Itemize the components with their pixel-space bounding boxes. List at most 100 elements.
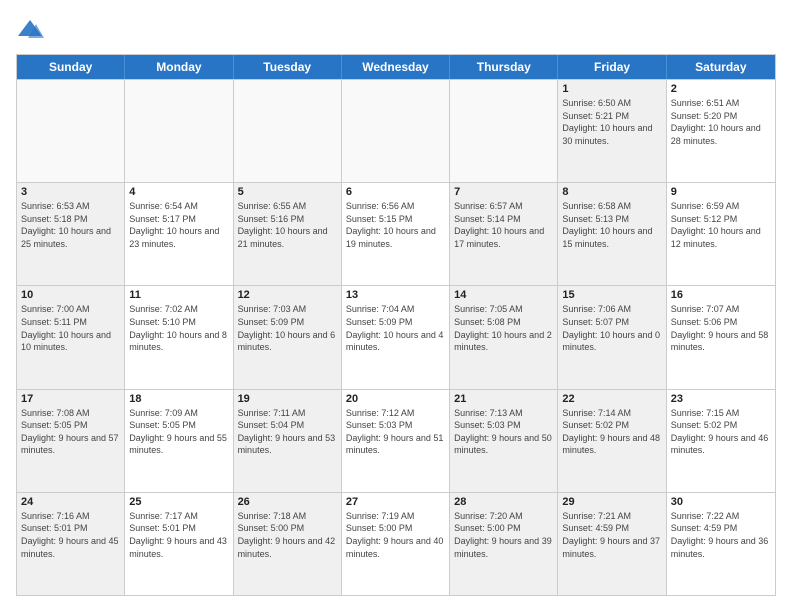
day-number: 14 <box>454 289 553 301</box>
day-number: 28 <box>454 496 553 508</box>
calendar-cell <box>450 80 558 182</box>
day-info: Sunrise: 6:57 AM Sunset: 5:14 PM Dayligh… <box>454 200 553 250</box>
calendar-cell: 9 Sunrise: 6:59 AM Sunset: 5:12 PM Daylig… <box>667 183 775 285</box>
calendar-cell: 10 Sunrise: 7:00 AM Sunset: 5:11 PM Dayli… <box>17 286 125 388</box>
day-number: 2 <box>671 83 771 95</box>
day-info: Sunrise: 7:03 AM Sunset: 5:09 PM Dayligh… <box>238 303 337 353</box>
calendar-body: 1 Sunrise: 6:50 AM Sunset: 5:21 PM Daylig… <box>17 79 775 595</box>
calendar-cell: 22 Sunrise: 7:14 AM Sunset: 5:02 PM Dayli… <box>558 390 666 492</box>
day-number: 21 <box>454 393 553 405</box>
calendar-row-2: 10 Sunrise: 7:00 AM Sunset: 5:11 PM Dayli… <box>17 285 775 388</box>
day-number: 8 <box>562 186 661 198</box>
day-number: 13 <box>346 289 445 301</box>
calendar-cell: 19Sunrise: 7:11 AM Sunset: 5:04 PM Dayli… <box>234 390 342 492</box>
day-number: 1 <box>562 83 661 95</box>
day-info: Sunrise: 7:13 AM Sunset: 5:03 PM Dayligh… <box>454 407 553 457</box>
calendar-cell: 11Sunrise: 7:02 AM Sunset: 5:10 PM Dayli… <box>125 286 233 388</box>
day-info: Sunrise: 6:56 AM Sunset: 5:15 PM Dayligh… <box>346 200 445 250</box>
day-info: Sunrise: 7:20 AM Sunset: 5:00 PM Dayligh… <box>454 510 553 560</box>
page: SundayMondayTuesdayWednesdayThursdayFrid… <box>0 0 792 612</box>
day-info: Sunrise: 6:58 AM Sunset: 5:13 PM Dayligh… <box>562 200 661 250</box>
calendar-cell: 14 Sunrise: 7:05 AM Sunset: 5:08 PM Dayli… <box>450 286 558 388</box>
logo-icon <box>16 16 44 44</box>
calendar-cell <box>342 80 450 182</box>
calendar: SundayMondayTuesdayWednesdayThursdayFrid… <box>16 54 776 596</box>
day-number: 20 <box>346 393 445 405</box>
day-number: 19 <box>238 393 337 405</box>
calendar-cell: 13Sunrise: 7:04 AM Sunset: 5:09 PM Dayli… <box>342 286 450 388</box>
calendar-cell: 2 Sunrise: 6:51 AM Sunset: 5:20 PM Daylig… <box>667 80 775 182</box>
calendar-cell: 4 Sunrise: 6:54 AM Sunset: 5:17 PM Daylig… <box>125 183 233 285</box>
calendar-row-0: 1 Sunrise: 6:50 AM Sunset: 5:21 PM Daylig… <box>17 79 775 182</box>
calendar-cell <box>17 80 125 182</box>
calendar-cell: 16 Sunrise: 7:07 AM Sunset: 5:06 PM Dayli… <box>667 286 775 388</box>
day-number: 29 <box>562 496 661 508</box>
day-info: Sunrise: 6:54 AM Sunset: 5:17 PM Dayligh… <box>129 200 228 250</box>
calendar-cell: 1 Sunrise: 6:50 AM Sunset: 5:21 PM Daylig… <box>558 80 666 182</box>
day-number: 9 <box>671 186 771 198</box>
calendar-cell: 30 Sunrise: 7:22 AM Sunset: 4:59 PM Dayli… <box>667 493 775 595</box>
day-info: Sunrise: 6:55 AM Sunset: 5:16 PM Dayligh… <box>238 200 337 250</box>
header-day-friday: Friday <box>558 55 666 79</box>
logo <box>16 16 46 44</box>
day-number: 4 <box>129 186 228 198</box>
calendar-cell: 20 Sunrise: 7:12 AM Sunset: 5:03 PM Dayli… <box>342 390 450 492</box>
day-number: 3 <box>21 186 120 198</box>
day-number: 16 <box>671 289 771 301</box>
day-info: Sunrise: 7:05 AM Sunset: 5:08 PM Dayligh… <box>454 303 553 353</box>
day-number: 23 <box>671 393 771 405</box>
day-info: Sunrise: 7:16 AM Sunset: 5:01 PM Dayligh… <box>21 510 120 560</box>
day-info: Sunrise: 7:12 AM Sunset: 5:03 PM Dayligh… <box>346 407 445 457</box>
calendar-cell: 26Sunrise: 7:18 AM Sunset: 5:00 PM Dayli… <box>234 493 342 595</box>
day-info: Sunrise: 7:08 AM Sunset: 5:05 PM Dayligh… <box>21 407 120 457</box>
header-day-thursday: Thursday <box>450 55 558 79</box>
day-info: Sunrise: 7:00 AM Sunset: 5:11 PM Dayligh… <box>21 303 120 353</box>
calendar-cell: 24Sunrise: 7:16 AM Sunset: 5:01 PM Dayli… <box>17 493 125 595</box>
calendar-cell: 5 Sunrise: 6:55 AM Sunset: 5:16 PM Daylig… <box>234 183 342 285</box>
day-number: 26 <box>238 496 337 508</box>
day-info: Sunrise: 7:14 AM Sunset: 5:02 PM Dayligh… <box>562 407 661 457</box>
header-day-sunday: Sunday <box>17 55 125 79</box>
calendar-cell: 7 Sunrise: 6:57 AM Sunset: 5:14 PM Daylig… <box>450 183 558 285</box>
header-day-saturday: Saturday <box>667 55 775 79</box>
header-day-wednesday: Wednesday <box>342 55 450 79</box>
calendar-cell: 3Sunrise: 6:53 AM Sunset: 5:18 PM Daylig… <box>17 183 125 285</box>
day-number: 25 <box>129 496 228 508</box>
calendar-cell: 27Sunrise: 7:19 AM Sunset: 5:00 PM Dayli… <box>342 493 450 595</box>
day-info: Sunrise: 7:02 AM Sunset: 5:10 PM Dayligh… <box>129 303 228 353</box>
calendar-cell: 12 Sunrise: 7:03 AM Sunset: 5:09 PM Dayli… <box>234 286 342 388</box>
day-info: Sunrise: 7:15 AM Sunset: 5:02 PM Dayligh… <box>671 407 771 457</box>
day-number: 17 <box>21 393 120 405</box>
day-info: Sunrise: 7:09 AM Sunset: 5:05 PM Dayligh… <box>129 407 228 457</box>
day-info: Sunrise: 6:59 AM Sunset: 5:12 PM Dayligh… <box>671 200 771 250</box>
calendar-row-4: 24Sunrise: 7:16 AM Sunset: 5:01 PM Dayli… <box>17 492 775 595</box>
day-number: 18 <box>129 393 228 405</box>
calendar-cell: 6 Sunrise: 6:56 AM Sunset: 5:15 PM Daylig… <box>342 183 450 285</box>
day-number: 5 <box>238 186 337 198</box>
calendar-cell: 15Sunrise: 7:06 AM Sunset: 5:07 PM Dayli… <box>558 286 666 388</box>
day-info: Sunrise: 7:19 AM Sunset: 5:00 PM Dayligh… <box>346 510 445 560</box>
day-number: 12 <box>238 289 337 301</box>
header <box>16 16 776 44</box>
calendar-cell: 23 Sunrise: 7:15 AM Sunset: 5:02 PM Dayli… <box>667 390 775 492</box>
day-number: 10 <box>21 289 120 301</box>
calendar-row-1: 3Sunrise: 6:53 AM Sunset: 5:18 PM Daylig… <box>17 182 775 285</box>
day-info: Sunrise: 7:21 AM Sunset: 4:59 PM Dayligh… <box>562 510 661 560</box>
calendar-cell: 21 Sunrise: 7:13 AM Sunset: 5:03 PM Dayli… <box>450 390 558 492</box>
calendar-cell: 25 Sunrise: 7:17 AM Sunset: 5:01 PM Dayli… <box>125 493 233 595</box>
calendar-cell: 8 Sunrise: 6:58 AM Sunset: 5:13 PM Daylig… <box>558 183 666 285</box>
day-info: Sunrise: 6:51 AM Sunset: 5:20 PM Dayligh… <box>671 97 771 147</box>
calendar-cell <box>234 80 342 182</box>
calendar-cell: 29 Sunrise: 7:21 AM Sunset: 4:59 PM Dayli… <box>558 493 666 595</box>
day-number: 30 <box>671 496 771 508</box>
day-number: 7 <box>454 186 553 198</box>
day-info: Sunrise: 7:17 AM Sunset: 5:01 PM Dayligh… <box>129 510 228 560</box>
day-number: 6 <box>346 186 445 198</box>
day-info: Sunrise: 7:22 AM Sunset: 4:59 PM Dayligh… <box>671 510 771 560</box>
calendar-row-3: 17 Sunrise: 7:08 AM Sunset: 5:05 PM Dayli… <box>17 389 775 492</box>
day-info: Sunrise: 6:50 AM Sunset: 5:21 PM Dayligh… <box>562 97 661 147</box>
calendar-cell: 17 Sunrise: 7:08 AM Sunset: 5:05 PM Dayli… <box>17 390 125 492</box>
day-number: 22 <box>562 393 661 405</box>
header-day-tuesday: Tuesday <box>234 55 342 79</box>
day-info: Sunrise: 7:07 AM Sunset: 5:06 PM Dayligh… <box>671 303 771 353</box>
